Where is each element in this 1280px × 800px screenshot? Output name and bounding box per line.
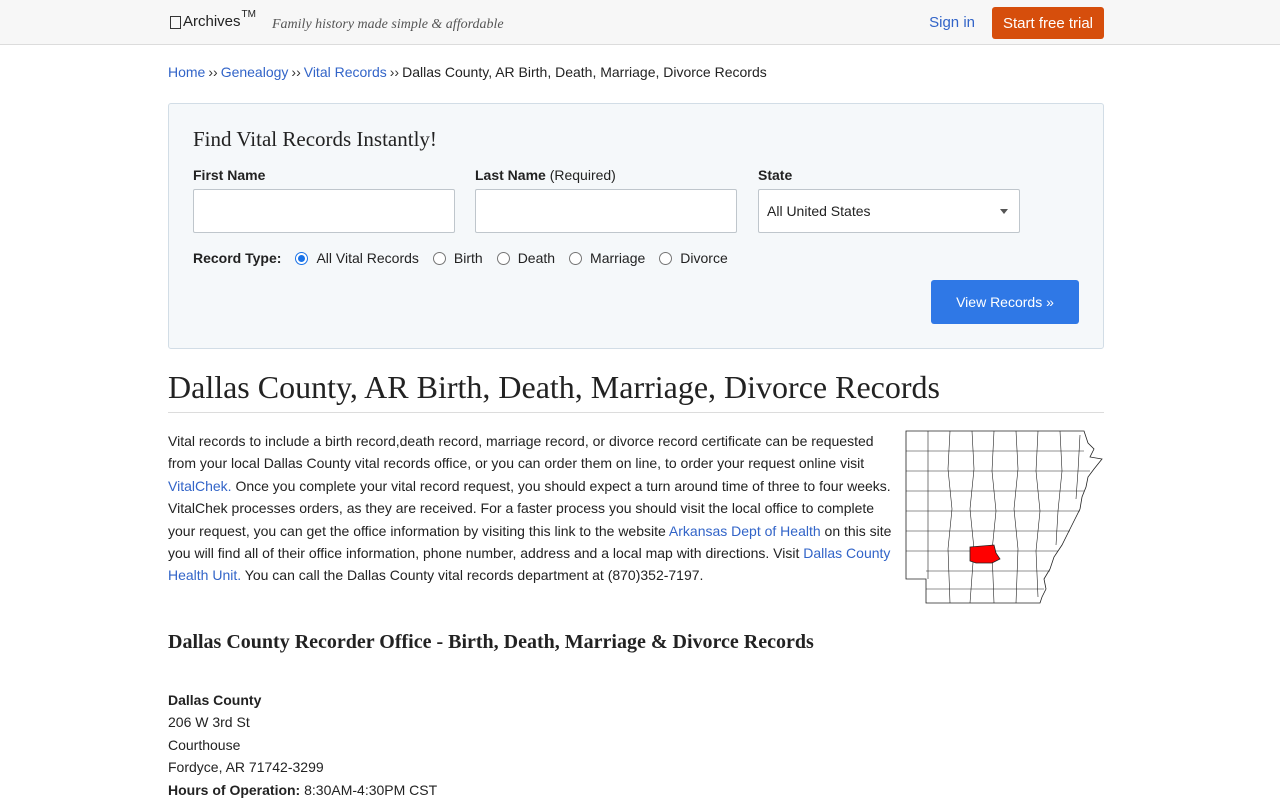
radio-checked-icon[interactable] (295, 251, 309, 265)
recorder-office-heading: Dallas County Recorder Office - Birth, D… (168, 631, 814, 653)
view-records-button[interactable]: View Records » (931, 280, 1079, 324)
radio-unchecked-icon[interactable] (659, 251, 673, 265)
radio-label: Marriage (590, 250, 646, 266)
arkansas-county-map (905, 430, 1103, 604)
search-form-title: Find Vital Records Instantly! (193, 127, 437, 151)
logo-trademark: TM (241, 9, 256, 20)
breadcrumb: Home ›› Genealogy ›› Vital Records ›› Dallas C… (168, 64, 767, 80)
breadcrumb-genealogy[interactable]: Genealogy (221, 64, 289, 80)
radio-label: Divorce (680, 250, 728, 266)
site-tagline: Family history made simple & affordable (272, 17, 504, 32)
breadcrumb-separator: ›› (208, 64, 218, 80)
office-building: Courthouse (168, 736, 241, 753)
arkansas-health-link[interactable]: Arkansas Dept of Health (669, 523, 821, 539)
radio-label: Death (517, 250, 556, 266)
radio-all-vital-records[interactable]: All Vital Records (295, 250, 419, 266)
breadcrumb-home[interactable]: Home (168, 64, 205, 80)
top-navbar: Archives TM Family history made simple &… (0, 0, 1280, 45)
radio-birth[interactable]: Birth (432, 250, 483, 266)
page-title: Dallas County, AR Birth, Death, Marriage… (168, 369, 940, 405)
title-divider (168, 412, 1104, 413)
vital-records-search-form: Find Vital Records Instantly! First Name… (168, 103, 1104, 349)
last-name-label: Last Name (Required) (475, 167, 616, 183)
state-select-value: All United States (767, 203, 871, 219)
hours-value: 8:30AM-4:30PM CST (304, 781, 438, 798)
intro-text-4: You can call the Dallas County vital rec… (241, 567, 704, 584)
state-select[interactable]: All United States (758, 189, 1020, 233)
sign-in-link[interactable]: Sign in (929, 14, 975, 31)
logo-text: Archives (183, 13, 241, 30)
record-type-label: Record Type: (193, 250, 282, 266)
start-free-trial-button[interactable]: Start free trial (992, 7, 1104, 39)
state-label: State (758, 167, 793, 183)
breadcrumb-separator: ›› (389, 64, 400, 80)
radio-unchecked-icon[interactable] (432, 251, 446, 265)
last-name-required-note: (Required) (549, 167, 616, 183)
site-logo[interactable]: Archives TM (170, 9, 256, 30)
radio-unchecked-icon[interactable] (569, 251, 583, 265)
office-hours: Hours of Operation: 8:30AM-4:30PM CST (168, 779, 437, 800)
office-name: Dallas County (168, 692, 262, 708)
chevron-down-icon (1000, 209, 1008, 214)
first-name-input[interactable] (193, 189, 455, 233)
radio-divorce[interactable]: Divorce (659, 250, 728, 266)
radio-label: Birth (453, 250, 483, 266)
breadcrumb-vital-records[interactable]: Vital Records (304, 64, 387, 80)
record-type-group: Record Type: All Vital Records Birth Dea… (193, 250, 742, 266)
radio-death[interactable]: Death (496, 250, 556, 266)
office-address-block: Dallas County 206 W 3rd St Courthouse Fo… (168, 689, 437, 800)
vitalchek-link[interactable]: VitalChek. (168, 478, 232, 494)
radio-marriage[interactable]: Marriage (569, 250, 645, 266)
office-street: 206 W 3rd St (168, 714, 250, 731)
hours-label: Hours of Operation: (168, 781, 301, 798)
last-name-input[interactable] (475, 189, 737, 233)
breadcrumb-separator: ›› (291, 64, 301, 80)
radio-unchecked-icon[interactable] (496, 251, 510, 265)
last-name-label-text: Last Name (475, 167, 546, 183)
intro-paragraph: Vital records to include a birth record,… (168, 430, 892, 587)
first-name-label: First Name (193, 167, 266, 183)
breadcrumb-current: Dallas County, AR Birth, Death, Marriage… (402, 64, 767, 80)
logo-icon (170, 16, 181, 29)
intro-text-1: Vital records to include a birth record,… (168, 433, 874, 472)
radio-label: All Vital Records (316, 250, 419, 266)
office-city: Fordyce, AR 71742-3299 (168, 759, 324, 776)
